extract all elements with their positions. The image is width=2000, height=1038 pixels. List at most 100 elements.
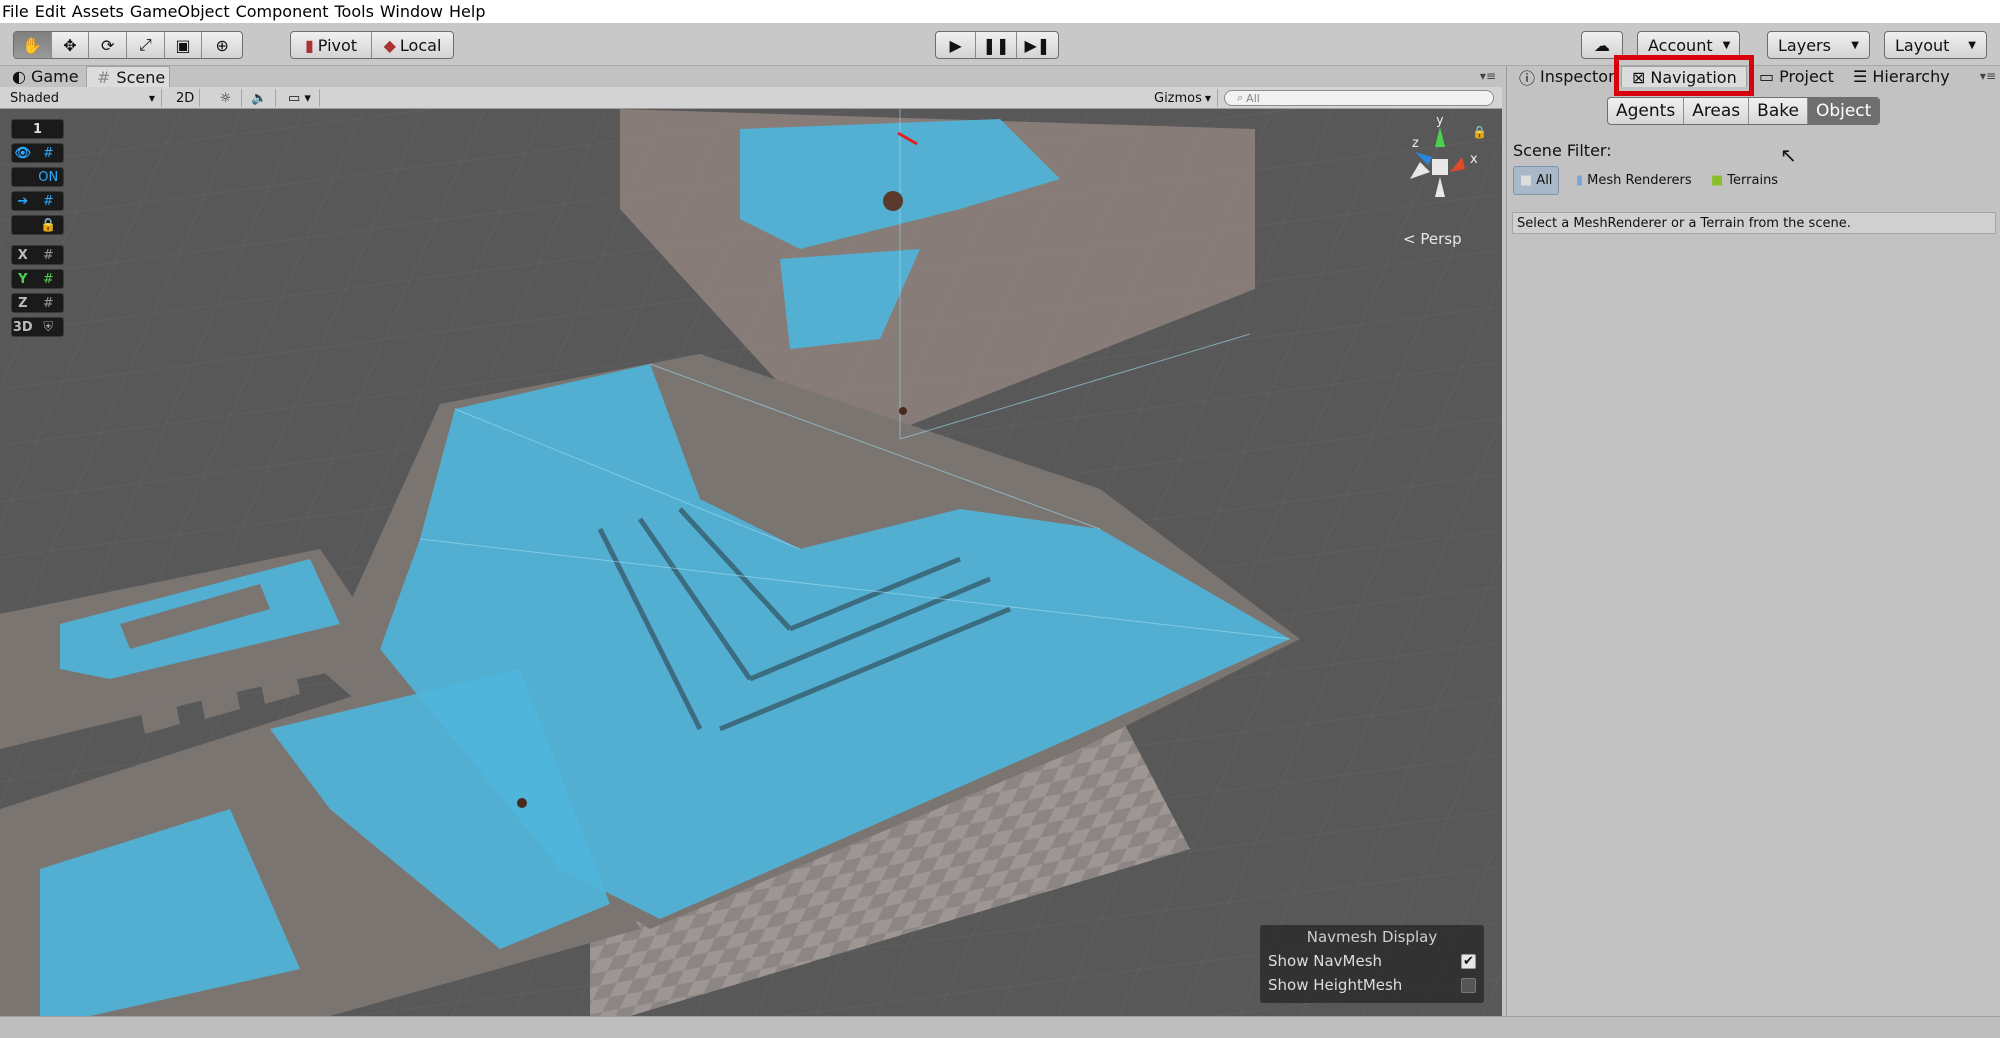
overlay-y-axis[interactable]: Y # [11,269,64,289]
show-heightmesh-row[interactable]: Show HeightMesh [1268,976,1476,994]
persp-toggle[interactable]: < Persp [1403,230,1462,248]
3d-label: 3D [12,319,33,335]
game-icon: ◐ [12,67,26,86]
menu-help[interactable]: Help [449,2,485,21]
scene-filter-label: Scene Filter: [1513,141,1612,160]
menu-edit[interactable]: Edit [35,2,66,21]
tab-project[interactable]: ▭ Project [1759,66,1834,87]
lock-icon[interactable]: 🔒 [1472,125,1487,139]
nav-tab-agents[interactable]: Agents [1608,98,1685,124]
scene-search-input[interactable]: ⌕ All [1224,90,1494,106]
shading-label: Shaded [10,90,59,106]
navmesh-display-panel: Navmesh Display Show NavMesh ✔ Show Heig… [1260,925,1484,1003]
x-axis-label: X [17,247,28,263]
pivot-label: Pivot [317,35,358,55]
move-tool-icon[interactable]: ✥ [52,32,90,58]
show-navmesh-row[interactable]: Show NavMesh ✔ [1268,952,1476,970]
step-icon[interactable]: ▶❚ [1017,32,1058,58]
persp-arrow-icon: < [1403,230,1416,248]
search-icon: ⌕ [1237,91,1244,104]
tab-game-label: Game [30,67,79,86]
status-bar [0,1016,2000,1038]
menu-bar: File Edit Assets GameObject Component To… [0,0,2000,23]
scene-viewport[interactable]: 1 👁 # ON ➔ # 🔒 X # Y # Z # 3D ⛨ y x z 🔒 < Pers… [0,109,1502,1016]
pivot-button[interactable]: ▮ Pivot [291,32,372,58]
navmesh-display-title: Navmesh Display [1306,928,1438,946]
menu-window[interactable]: Window [380,2,443,21]
menu-tools[interactable]: Tools [334,2,373,21]
panel-menu-icon[interactable]: ▾≡ [1980,69,1996,83]
menu-assets[interactable]: Assets [72,2,124,21]
transform-tool-icon[interactable]: ⊕ [202,32,242,58]
gizmos-dropdown[interactable]: Gizmos ▼ [1148,89,1218,107]
audio-icon[interactable]: 🔈 [244,89,276,107]
rotate-tool-icon[interactable]: ⟳ [89,32,128,58]
nav-tab-bake[interactable]: Bake [1749,98,1808,124]
effects-icon[interactable]: ▭ ▾ [282,89,320,107]
overlay-z-axis[interactable]: Z # [11,293,64,313]
overlay-on-label: ON [38,169,59,185]
caret-down-icon: ▼ [1851,39,1859,51]
list-icon: ☰ [1853,67,1868,86]
overlay-on-toggle[interactable]: ON [11,167,64,187]
gizmos-label: Gizmos [1154,90,1202,106]
caret-down-icon: ▼ [148,93,155,103]
gizmo-y-label: y [1436,117,1444,128]
layout-dropdown[interactable]: Layout ▼ [1884,31,1987,59]
nav-tab-areas[interactable]: Areas [1684,98,1750,124]
nav-tab-object[interactable]: Object [1807,98,1880,124]
pause-icon[interactable]: ❚❚ [976,32,1017,58]
navigation-mode-tabs: Agents Areas Bake Object [1607,97,1881,125]
hand-tool-icon[interactable]: ✋ [14,32,52,58]
tab-game[interactable]: ◐ Game [2,66,89,87]
play-icon[interactable]: ▶ [936,32,977,58]
show-heightmesh-checkbox[interactable] [1461,977,1476,993]
tab-scene[interactable]: # Scene [86,66,170,87]
overlay-arrow[interactable]: ➔ # [11,191,64,211]
filter-mesh-renderers[interactable]: ▮ Mesh Renderers [1570,166,1698,195]
show-heightmesh-label: Show HeightMesh [1268,976,1403,994]
tab-hierarchy[interactable]: ☰ Hierarchy [1853,66,1950,87]
scale-tool-icon[interactable]: ⤢ [127,32,165,58]
menu-component[interactable]: Component [236,2,329,21]
layers-dropdown[interactable]: Layers ▼ [1767,31,1870,59]
caret-down-icon: ▼ [1722,39,1731,51]
filter-all[interactable]: ■ All [1513,166,1560,195]
tab-project-label: Project [1779,67,1834,86]
show-navmesh-checkbox[interactable]: ✔ [1461,953,1476,969]
filter-mesh-renderers-label: Mesh Renderers [1587,173,1692,188]
tab-hierarchy-label: Hierarchy [1872,67,1950,86]
lighting-icon[interactable]: ☼ [210,89,242,107]
overlay-button-1[interactable]: 1 [11,119,64,139]
local-button[interactable]: ◆ Local [372,32,453,58]
filter-terrains-label: Terrains [1727,173,1779,188]
grid-icon: # [42,295,54,311]
grid-icon: # [42,247,54,263]
agent-marker [883,191,903,211]
caret-down-icon: ▼ [1968,39,1976,51]
account-label: Account [1648,35,1713,55]
2d-toggle[interactable]: 2D [170,89,200,107]
overlay-label: 1 [32,121,43,137]
grid-icon: # [42,271,54,287]
show-navmesh-label: Show NavMesh [1268,952,1383,970]
rect-tool-icon[interactable]: ▣ [165,32,203,58]
overlay-3d[interactable]: 3D ⛨ [11,317,64,337]
menu-file[interactable]: File [2,2,29,21]
gizmo-x-label: x [1470,152,1478,167]
folder-icon: ▭ [1759,67,1775,86]
overlay-visibility[interactable]: 👁 # [11,143,64,163]
scene-geometry [0,109,1502,1016]
scene-tab-strip: ◐ Game # Scene ▾≡ [0,66,1502,87]
info-icon: ⓘ [1519,68,1536,88]
filter-terrains[interactable]: ■ Terrains [1705,166,1784,195]
scene-filter-hint: Select a MeshRenderer or a Terrain from … [1512,212,1996,234]
overlay-lock[interactable]: 🔒 [11,215,64,235]
shading-mode-dropdown[interactable]: Shaded ▼ [4,89,162,107]
right-panel: ⓘ Inspector ⊠ Navigation ▭ Project ☰ Hierarc… [1506,66,2000,1016]
tab-inspector[interactable]: ⓘ Inspector [1519,66,1615,88]
overlay-x-axis[interactable]: X # [11,245,64,265]
mesh-renderer-icon: ▮ [1576,173,1584,188]
panel-menu-icon[interactable]: ▾≡ [1480,69,1496,83]
menu-gameobject[interactable]: GameObject [130,2,230,21]
